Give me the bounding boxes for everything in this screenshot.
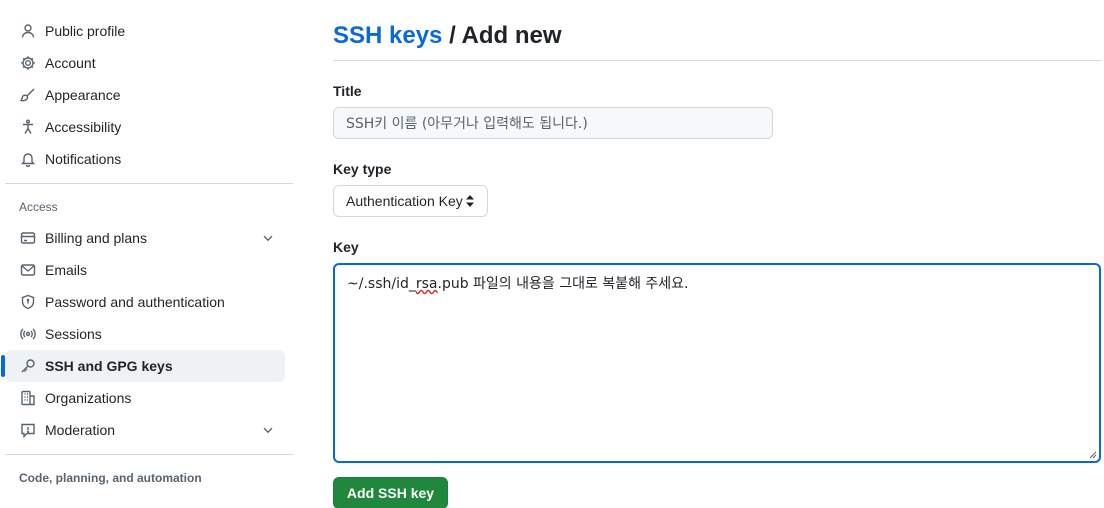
key-textarea-suffix: .pub 파일의 내용을 그대로 복붙해 주세요. [437, 276, 689, 292]
sidebar-divider [5, 183, 293, 184]
chevron-down-icon[interactable] [261, 423, 275, 437]
bell-icon [19, 151, 37, 167]
add-ssh-key-form: SSH keys / Add new Title SSH키 이름 (아무거나 입… [333, 18, 1101, 508]
sidebar-item-account[interactable]: Account [5, 47, 293, 79]
person-icon [19, 23, 37, 39]
sidebar-item-label: SSH and GPG keys [45, 358, 173, 374]
sidebar-section-code-planning: Code, planning, and automation [19, 471, 202, 485]
title-field-label: Title [333, 83, 362, 99]
select-arrows-icon [466, 195, 474, 207]
shield-lock-icon [19, 294, 37, 310]
sidebar-item-moderation[interactable]: Moderation [5, 414, 293, 446]
sidebar-item-label: Account [45, 55, 96, 71]
settings-sidebar: Public profile Account Appearance Access… [1, 15, 293, 493]
key-type-label: Key type [333, 161, 392, 177]
add-ssh-key-button[interactable]: Add SSH key [333, 477, 448, 508]
sidebar-section-access: Access [19, 200, 58, 214]
sidebar-item-organizations[interactable]: Organizations [5, 382, 293, 414]
title-input-value: SSH키 이름 (아무거나 입력해도 됩니다.) [346, 116, 588, 132]
sidebar-item-notifications[interactable]: Notifications [5, 143, 293, 175]
sidebar-item-ssh-gpg-keys[interactable]: SSH and GPG keys [1, 350, 285, 382]
sidebar-item-label: Appearance [45, 87, 121, 103]
sidebar-item-public-profile[interactable]: Public profile [5, 15, 293, 47]
sidebar-item-label: Public profile [45, 23, 126, 39]
sidebar-item-label: Notifications [45, 151, 122, 167]
sidebar-item-appearance[interactable]: Appearance [5, 79, 293, 111]
mail-icon [19, 262, 37, 278]
key-textarea-prefix: ~/.ssh/id_ [347, 276, 416, 292]
key-textarea-misspelled: rsa [415, 276, 438, 292]
paintbrush-icon [19, 87, 37, 103]
key-type-select[interactable]: Authentication Key [333, 185, 488, 217]
key-icon [19, 358, 37, 374]
gear-icon [19, 55, 37, 71]
sidebar-item-accessibility[interactable]: Accessibility [5, 111, 293, 143]
organization-icon [19, 390, 37, 406]
sidebar-item-billing[interactable]: Billing and plans [5, 222, 293, 254]
resize-grip-icon[interactable] [1087, 449, 1097, 459]
chevron-down-icon[interactable] [261, 231, 275, 245]
key-field-label: Key [333, 239, 359, 255]
sidebar-item-label: Organizations [45, 390, 132, 406]
breadcrumb-ssh-keys-link[interactable]: SSH keys [333, 22, 442, 49]
sidebar-item-label: Emails [45, 262, 88, 278]
report-icon [19, 422, 37, 438]
sidebar-item-label: Accessibility [45, 119, 122, 135]
breadcrumb-separator: / [442, 22, 462, 49]
key-textarea[interactable]: ~/.ssh/id_rsa.pub 파일의 내용을 그대로 복붙해 주세요. [333, 263, 1101, 463]
sidebar-divider [5, 454, 293, 455]
sidebar-item-emails[interactable]: Emails [5, 254, 293, 286]
title-divider [333, 60, 1101, 61]
sidebar-item-label: Password and authentication [45, 294, 225, 310]
accessibility-icon [19, 119, 37, 135]
credit-card-icon [19, 230, 37, 246]
page-title-text: Add new [461, 22, 562, 49]
sidebar-item-label: Billing and plans [45, 230, 147, 246]
sidebar-item-password-auth[interactable]: Password and authentication [5, 286, 293, 318]
sidebar-item-label: Moderation [45, 422, 116, 438]
broadcast-icon [19, 326, 37, 342]
sidebar-item-sessions[interactable]: Sessions [5, 318, 293, 350]
sidebar-item-label: Sessions [45, 326, 102, 342]
title-input[interactable]: SSH키 이름 (아무거나 입력해도 됩니다.) [333, 107, 773, 139]
key-type-selected-value: Authentication Key [346, 193, 463, 209]
page-title: SSH keys / Add new [333, 18, 1101, 54]
